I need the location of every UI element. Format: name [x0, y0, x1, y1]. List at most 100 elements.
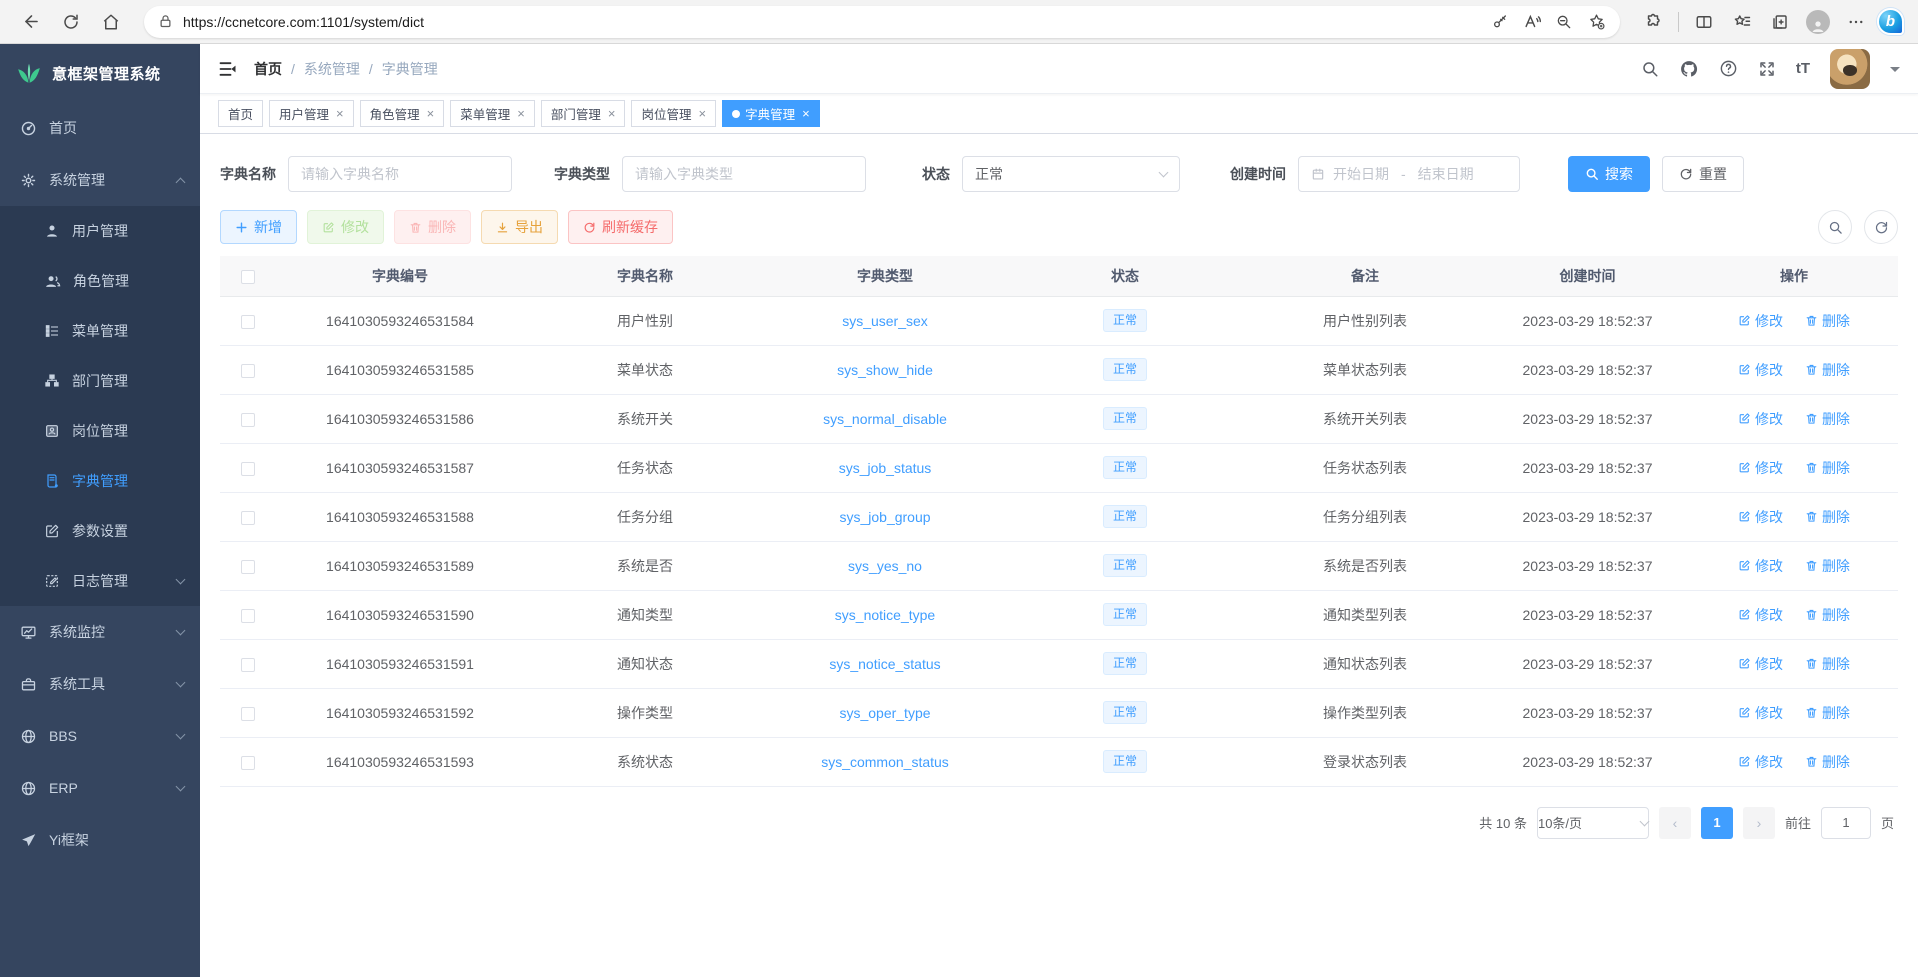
dict-type-link[interactable]: sys_show_hide: [837, 362, 933, 378]
row-delete-button[interactable]: 删除: [1805, 752, 1850, 772]
browser-menu-icon[interactable]: [1839, 5, 1873, 39]
sidebar-item-dept-mgmt[interactable]: 部门管理: [0, 356, 200, 406]
refresh-cache-button[interactable]: 刷新缓存: [568, 210, 673, 244]
view-tab[interactable]: 菜单管理 ×: [450, 100, 535, 127]
table-row[interactable]: 1641030593246531593 系统状态 sys_common_stat…: [220, 737, 1898, 786]
row-edit-button[interactable]: 修改: [1738, 654, 1783, 674]
row-edit-button[interactable]: 修改: [1738, 703, 1783, 723]
sidebar-item-log-mgmt[interactable]: 日志管理: [0, 556, 200, 606]
dict-type-link[interactable]: sys_yes_no: [848, 558, 922, 574]
date-range-picker[interactable]: 开始日期 - 结束日期: [1298, 156, 1520, 192]
row-checkbox[interactable]: [241, 413, 255, 427]
favorites-icon[interactable]: [1725, 5, 1759, 39]
help-icon[interactable]: [1719, 59, 1738, 78]
next-page-button[interactable]: ›: [1743, 807, 1775, 839]
row-delete-button[interactable]: 删除: [1805, 556, 1850, 576]
add-button[interactable]: 新增: [220, 210, 297, 244]
sidebar-item-home[interactable]: 首页: [0, 102, 200, 154]
row-delete-button[interactable]: 删除: [1805, 311, 1850, 331]
delete-button[interactable]: 删除: [394, 210, 471, 244]
table-row[interactable]: 1641030593246531592 操作类型 sys_oper_type 正…: [220, 688, 1898, 737]
row-edit-button[interactable]: 修改: [1738, 458, 1783, 478]
edit-button[interactable]: 修改: [307, 210, 384, 244]
url-text[interactable]: https://ccnetcore.com:1101/system/dict: [183, 14, 1486, 30]
sidebar-item-dict-mgmt[interactable]: 字典管理: [0, 456, 200, 506]
browser-profile-avatar[interactable]: [1801, 5, 1835, 39]
row-delete-button[interactable]: 删除: [1805, 507, 1850, 527]
dict-type-link[interactable]: sys_job_group: [839, 509, 930, 525]
status-select[interactable]: 正常: [962, 156, 1180, 192]
table-row[interactable]: 1641030593246531589 系统是否 sys_yes_no 正常 系…: [220, 541, 1898, 590]
prev-page-button[interactable]: ‹: [1659, 807, 1691, 839]
dict-type-link[interactable]: sys_notice_status: [829, 656, 940, 672]
search-button[interactable]: 搜索: [1568, 156, 1650, 192]
sidebar-item-erp[interactable]: ERP: [0, 762, 200, 814]
header-search-icon[interactable]: [1641, 60, 1659, 78]
tab-close-icon[interactable]: ×: [427, 106, 435, 121]
tab-close-icon[interactable]: ×: [336, 106, 344, 121]
row-edit-button[interactable]: 修改: [1738, 556, 1783, 576]
view-tab[interactable]: 用户管理 ×: [269, 100, 354, 127]
avatar-caret-icon[interactable]: [1890, 67, 1900, 77]
fullscreen-icon[interactable]: [1758, 60, 1776, 78]
zoom-out-icon[interactable]: [1550, 8, 1578, 36]
sidebar-fold-icon[interactable]: [218, 59, 238, 79]
row-delete-button[interactable]: 删除: [1805, 703, 1850, 723]
export-button[interactable]: 导出: [481, 210, 558, 244]
row-edit-button[interactable]: 修改: [1738, 605, 1783, 625]
tab-close-icon[interactable]: ×: [802, 106, 810, 121]
row-checkbox[interactable]: [241, 707, 255, 721]
row-edit-button[interactable]: 修改: [1738, 409, 1783, 429]
address-bar[interactable]: https://ccnetcore.com:1101/system/dict: [144, 6, 1620, 38]
dict-name-input[interactable]: [301, 166, 499, 182]
table-row[interactable]: 1641030593246531587 任务状态 sys_job_status …: [220, 443, 1898, 492]
sidebar-item-system[interactable]: 系统管理: [0, 154, 200, 206]
font-size-icon[interactable]: tT: [1796, 60, 1810, 77]
row-delete-button[interactable]: 删除: [1805, 458, 1850, 478]
collections-icon[interactable]: [1763, 5, 1797, 39]
dict-type-link[interactable]: sys_common_status: [821, 754, 949, 770]
view-tab[interactable]: 部门管理 ×: [541, 100, 626, 127]
table-refresh-button[interactable]: [1864, 210, 1898, 244]
split-screen-icon[interactable]: [1687, 5, 1721, 39]
sidebar-item-tools[interactable]: 系统工具: [0, 658, 200, 710]
browser-back-button[interactable]: [14, 5, 48, 39]
row-delete-button[interactable]: 删除: [1805, 409, 1850, 429]
add-favorite-star-icon[interactable]: [1582, 8, 1610, 36]
tab-close-icon[interactable]: ×: [517, 106, 525, 121]
sidebar-item-monitor[interactable]: 系统监控: [0, 606, 200, 658]
sidebar-item-role-mgmt[interactable]: 角色管理: [0, 256, 200, 306]
read-aloud-icon[interactable]: [1518, 8, 1546, 36]
row-delete-button[interactable]: 删除: [1805, 654, 1850, 674]
dict-type-link[interactable]: sys_normal_disable: [823, 411, 947, 427]
tab-close-icon[interactable]: ×: [608, 106, 616, 121]
browser-refresh-button[interactable]: [54, 5, 88, 39]
row-edit-button[interactable]: 修改: [1738, 360, 1783, 380]
row-checkbox[interactable]: [241, 560, 255, 574]
view-tab[interactable]: 岗位管理 ×: [631, 100, 716, 127]
dict-type-link[interactable]: sys_job_status: [839, 460, 932, 476]
view-tab[interactable]: 首页: [218, 100, 263, 127]
dict-type-link[interactable]: sys_notice_type: [835, 607, 935, 623]
dict-type-link[interactable]: sys_user_sex: [842, 313, 928, 329]
github-icon[interactable]: [1679, 59, 1699, 79]
dict-type-link[interactable]: sys_oper_type: [839, 705, 930, 721]
browser-home-button[interactable]: [94, 5, 128, 39]
breadcrumb-home[interactable]: 首页: [254, 59, 282, 79]
row-delete-button[interactable]: 删除: [1805, 360, 1850, 380]
row-checkbox[interactable]: [241, 511, 255, 525]
view-tab[interactable]: 字典管理 ×: [722, 100, 820, 127]
dict-type-input[interactable]: [635, 166, 853, 182]
table-row[interactable]: 1641030593246531591 通知状态 sys_notice_stat…: [220, 639, 1898, 688]
row-edit-button[interactable]: 修改: [1738, 311, 1783, 331]
sidebar-item-bbs[interactable]: BBS: [0, 710, 200, 762]
table-row[interactable]: 1641030593246531590 通知类型 sys_notice_type…: [220, 590, 1898, 639]
table-row[interactable]: 1641030593246531588 任务分组 sys_job_group 正…: [220, 492, 1898, 541]
bing-chat-icon[interactable]: b: [1877, 8, 1904, 35]
table-search-toggle-button[interactable]: [1818, 210, 1852, 244]
view-tab[interactable]: 角色管理 ×: [360, 100, 445, 127]
extensions-icon[interactable]: [1636, 5, 1670, 39]
sidebar-item-post-mgmt[interactable]: 岗位管理: [0, 406, 200, 456]
row-checkbox[interactable]: [241, 658, 255, 672]
reset-button[interactable]: 重置: [1662, 156, 1744, 192]
